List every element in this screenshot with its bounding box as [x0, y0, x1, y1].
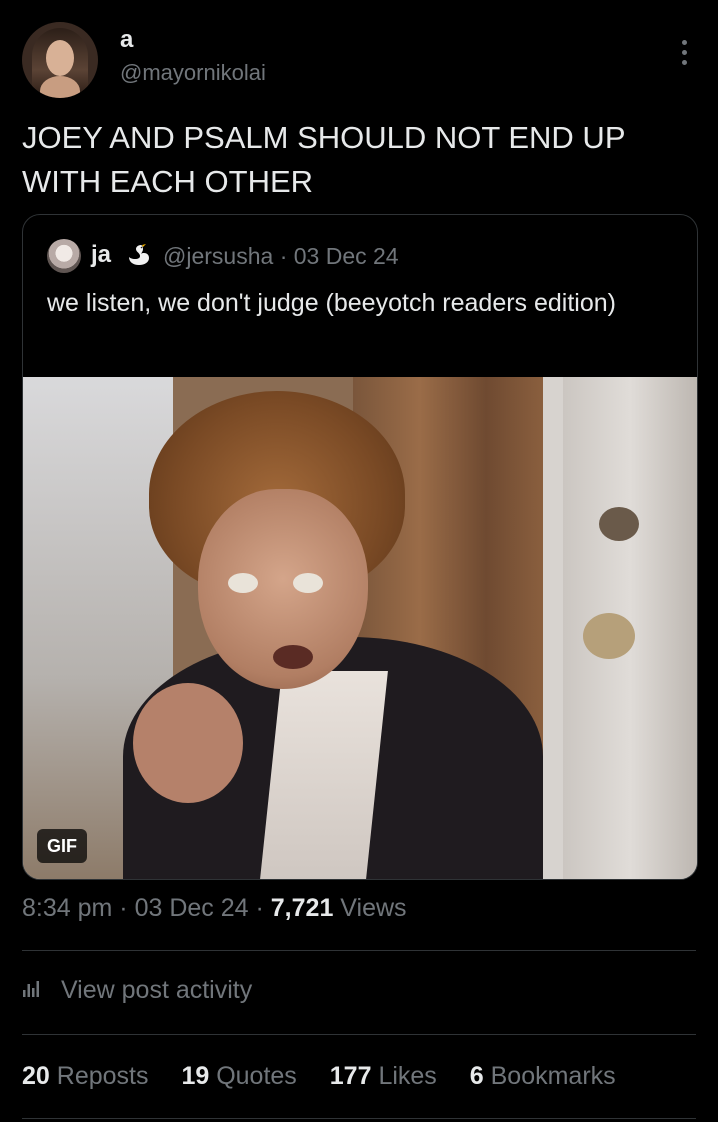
quote-header: ja @jersusha · 03 Dec 24	[47, 239, 677, 275]
divider	[22, 950, 696, 951]
tweet-header: a @mayornikolai	[22, 22, 696, 100]
reposts-stat[interactable]: 20 Reposts	[22, 1062, 148, 1090]
quoted-tweet[interactable]: ja @jersusha · 03 Dec 24 we listen, we d…	[22, 214, 698, 880]
gif-badge: GIF	[37, 829, 87, 863]
post-date[interactable]: 03 Dec 24	[135, 894, 249, 922]
bookmarks-stat[interactable]: 6 Bookmarks	[470, 1062, 616, 1090]
post-timestamp-views: 8:34 pm · 03 Dec 24 · 7,721 Views	[22, 894, 696, 923]
bar-chart-icon	[23, 981, 39, 998]
swan-icon	[129, 244, 149, 265]
timeline-separator: ·	[255, 894, 264, 922]
timeline-separator: ·	[119, 894, 128, 922]
quote-author-avatar[interactable]	[47, 239, 81, 273]
author-avatar[interactable]	[22, 22, 98, 98]
more-options-icon[interactable]	[682, 40, 688, 70]
quote-date[interactable]: 03 Dec 24	[294, 243, 399, 269]
post-time[interactable]: 8:34 pm	[22, 894, 112, 922]
divider	[22, 1118, 696, 1119]
quote-author-handle[interactable]: @jersusha	[163, 243, 273, 269]
quote-gif-media[interactable]: GIF	[23, 377, 697, 879]
quote-text: we listen, we don't judge (beeyotch read…	[47, 289, 616, 317]
quotes-stat[interactable]: 19 Quotes	[181, 1062, 296, 1090]
view-post-activity-link[interactable]: View post activity	[22, 976, 252, 1005]
view-post-activity-label: View post activity	[60, 976, 253, 1004]
quote-author-name[interactable]: ja	[91, 241, 111, 269]
author-handle[interactable]: @mayornikolai	[120, 60, 266, 86]
tweet-text: JOEY AND PSALM SHOULD NOT END UP WITH EA…	[22, 120, 625, 199]
author-name[interactable]: a	[120, 26, 133, 54]
quote-separator: ·	[279, 243, 288, 269]
engagement-stats: 20 Reposts 19 Quotes 177 Likes 6 Bookmar…	[22, 1062, 696, 1091]
quote-meta: @jersusha · 03 Dec 24	[163, 243, 399, 270]
views-count: 7,721	[270, 894, 334, 922]
divider	[22, 1034, 696, 1035]
likes-stat[interactable]: 177 Likes	[330, 1062, 437, 1090]
views-label: Views	[340, 894, 407, 922]
